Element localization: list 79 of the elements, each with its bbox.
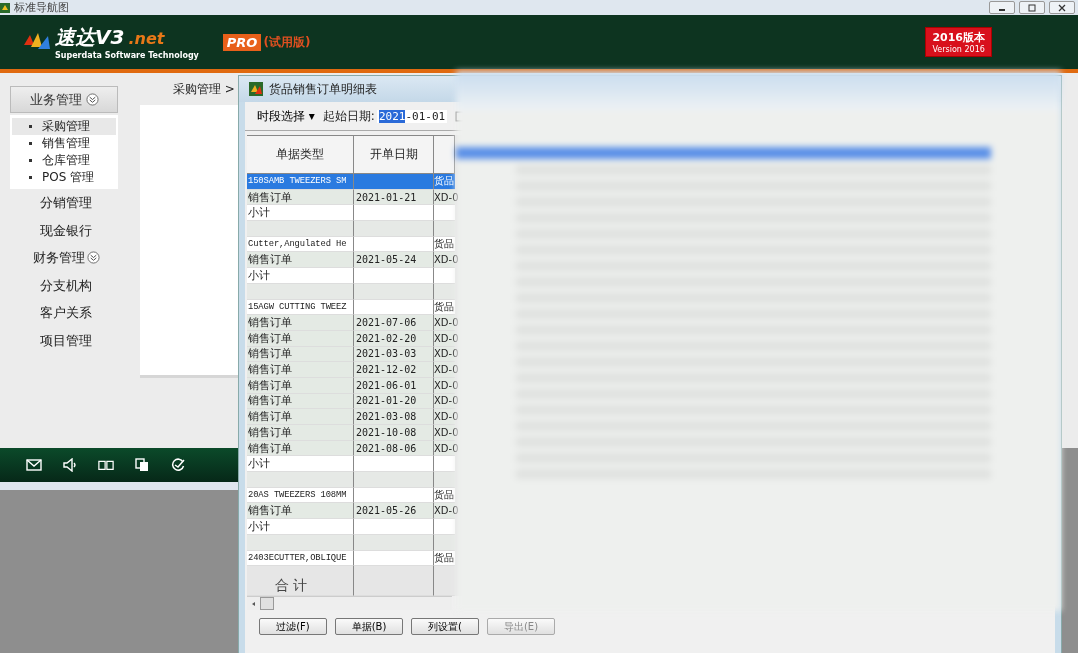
- sidebar-item[interactable]: 客户关系: [10, 299, 122, 327]
- column-header[interactable]: [434, 135, 455, 174]
- submenu-row[interactable]: 仓库管理: [12, 152, 116, 169]
- dialog-button[interactable]: 过滤(F): [259, 618, 327, 636]
- date-field[interactable]: 2021-01-01: [376, 109, 448, 123]
- submenu-item[interactable]: 采购管理: [42, 118, 90, 135]
- submenu-item[interactable]: 仓库管理: [42, 152, 90, 169]
- table-cell: [434, 456, 455, 473]
- table-cell: 小计: [247, 519, 354, 535]
- table-cell: 150SAMB TWEEZERS SM: [247, 174, 354, 190]
- bullet-icon: [29, 176, 32, 179]
- table-cell: [434, 221, 455, 237]
- table-cell: 销售订单: [247, 315, 354, 331]
- table-cell: 2021-03-08: [354, 409, 434, 425]
- sidebar-item[interactable]: 分支机构: [10, 271, 122, 299]
- tagline: Superdata Software Technology: [55, 51, 199, 60]
- submenu-row[interactable]: 销售管理: [12, 135, 116, 152]
- check-icon[interactable]: [170, 458, 186, 472]
- table-cell: [434, 472, 455, 488]
- submenu-item[interactable]: POS 管理: [42, 169, 95, 186]
- sidebar-group[interactable]: 业务管理: [10, 86, 118, 113]
- scroll-left-icon[interactable]: [251, 600, 257, 607]
- table-cell: 货品: [434, 174, 455, 190]
- table-cell: 2021-07-06: [354, 315, 434, 331]
- table-cell: 销售订单: [247, 425, 354, 441]
- mail-icon[interactable]: [26, 458, 42, 472]
- speaker-icon[interactable]: [62, 458, 78, 472]
- submenu-item[interactable]: 销售管理: [42, 135, 90, 152]
- table-cell: 小计: [247, 268, 354, 284]
- table-cell: 销售订单: [247, 362, 354, 378]
- expand-icon: [86, 251, 100, 265]
- sidebar-item[interactable]: 现金银行: [10, 216, 122, 244]
- logo-suffix: .net: [128, 29, 165, 48]
- table-cell: 小计: [247, 205, 354, 222]
- collapse-icon: [85, 93, 99, 106]
- version-label: 2016版本: [932, 30, 985, 45]
- trial-label: (试用版): [263, 33, 311, 51]
- logo-text: 速达V3: [55, 25, 125, 49]
- window-title: 标准导航图: [14, 0, 69, 15]
- sidebar-item[interactable]: 分销管理: [10, 189, 122, 217]
- version-subtitle: Version 2016: [932, 45, 985, 54]
- sidebar-item[interactable]: 财务管理: [10, 244, 122, 272]
- table-cell: [434, 519, 455, 535]
- table-cell: 2021-05-26: [354, 503, 434, 520]
- edition-badge: PRO: [222, 33, 262, 51]
- sidebar-item[interactable]: 项目管理: [10, 326, 122, 354]
- period-dropdown[interactable]: 时段选择 ▾: [257, 107, 315, 125]
- table-cell: 合 计: [247, 566, 354, 597]
- close-icon: [1057, 2, 1067, 13]
- bullet-icon: [29, 142, 32, 145]
- close-button[interactable]: [1049, 1, 1075, 14]
- table-cell: 小计: [247, 456, 354, 473]
- minimize-button[interactable]: [989, 1, 1015, 14]
- book-icon[interactable]: [98, 458, 114, 472]
- dialog-title: 货品销售订单明细表: [269, 80, 377, 98]
- copy-icon[interactable]: [134, 458, 150, 472]
- table-cell: 2021-05-24: [354, 252, 434, 269]
- table-cell: 2021-12-02: [354, 362, 434, 378]
- submenu-row[interactable]: 采购管理: [12, 118, 116, 135]
- table-cell: [434, 205, 455, 222]
- table-cell: 销售订单: [247, 503, 354, 520]
- table-cell: [434, 268, 455, 284]
- breadcrumb: 采购管理 >: [173, 81, 235, 98]
- dialog-button[interactable]: 列设置(: [411, 618, 479, 636]
- table-cell: 2021-10-08: [354, 425, 434, 441]
- bullet-icon: [29, 159, 32, 162]
- app-icon: [249, 82, 263, 96]
- app-icon: [0, 2, 10, 13]
- dialog-button[interactable]: 单据(B): [335, 618, 403, 636]
- table-cell: 销售订单: [247, 252, 354, 269]
- scroll-thumb[interactable]: [260, 597, 274, 611]
- column-header[interactable]: 单据类型: [247, 135, 354, 174]
- maximize-icon: [1027, 2, 1037, 13]
- bullet-icon: [29, 125, 32, 128]
- column-header[interactable]: 开单日期: [354, 135, 434, 174]
- start-date-label: 起始日期:: [322, 107, 375, 125]
- table-cell: 销售订单: [247, 409, 354, 425]
- submenu-row[interactable]: POS 管理: [12, 169, 116, 186]
- minimize-icon: [999, 9, 1005, 11]
